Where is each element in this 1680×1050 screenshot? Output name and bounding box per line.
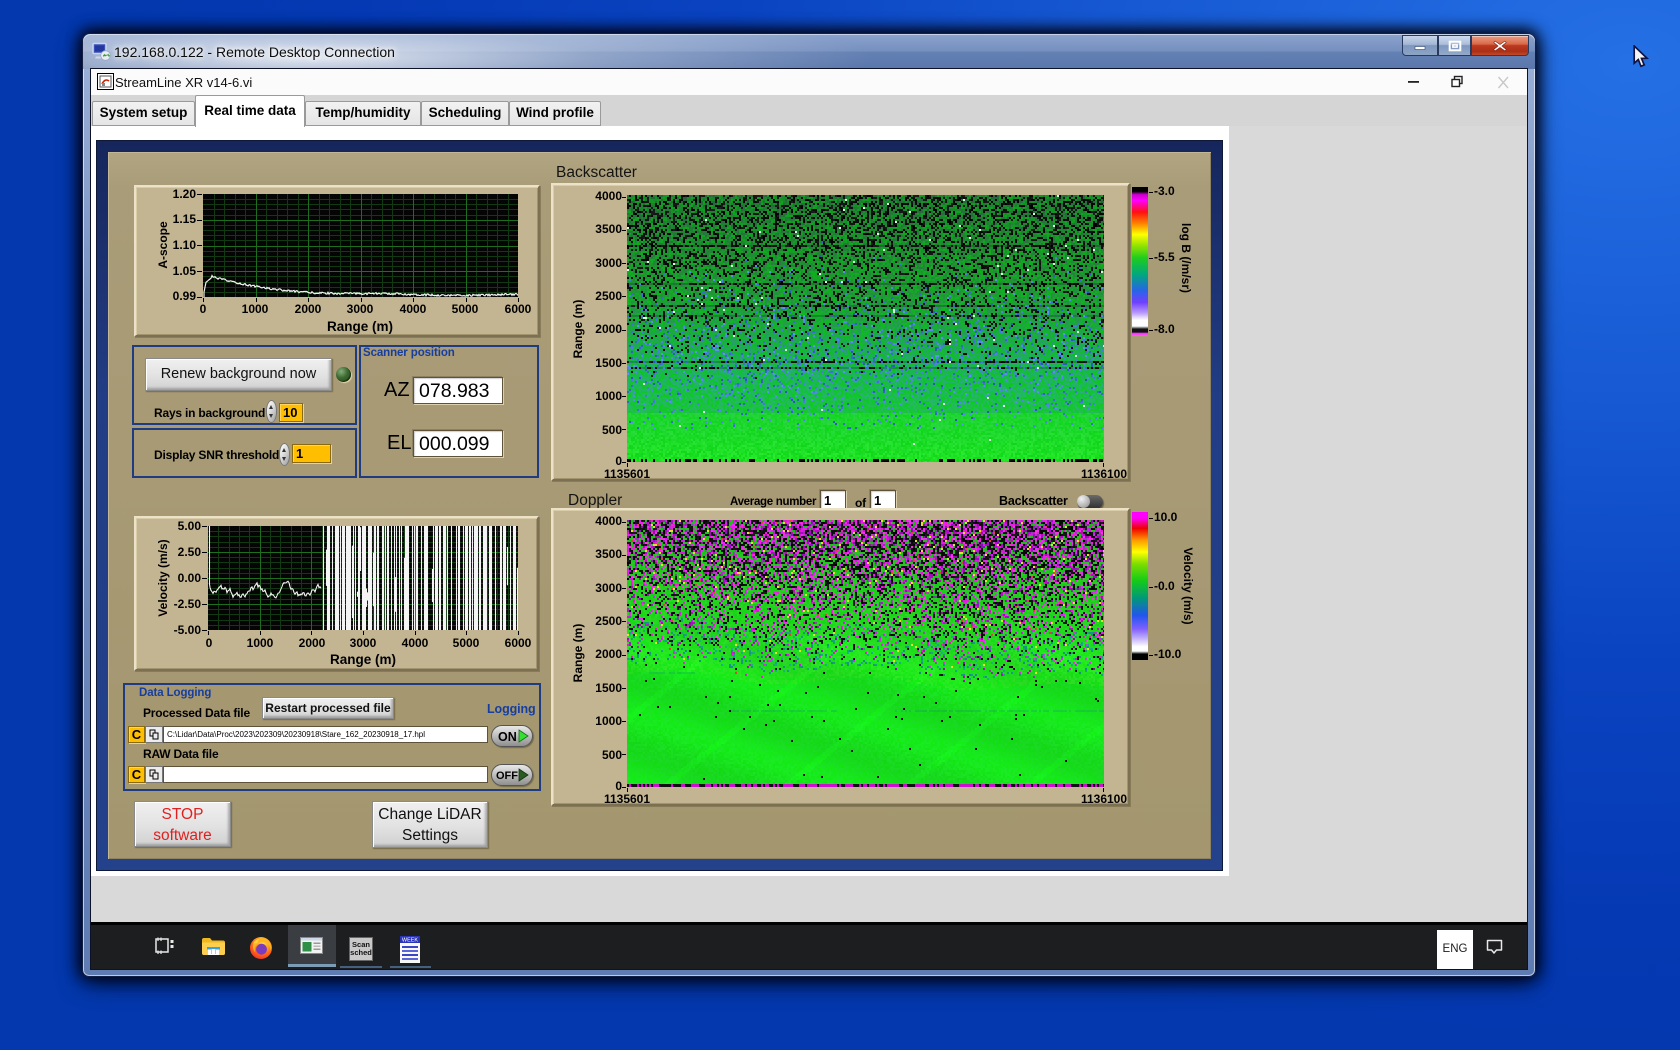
svg-text:WEEK: WEEK [402, 938, 419, 944]
